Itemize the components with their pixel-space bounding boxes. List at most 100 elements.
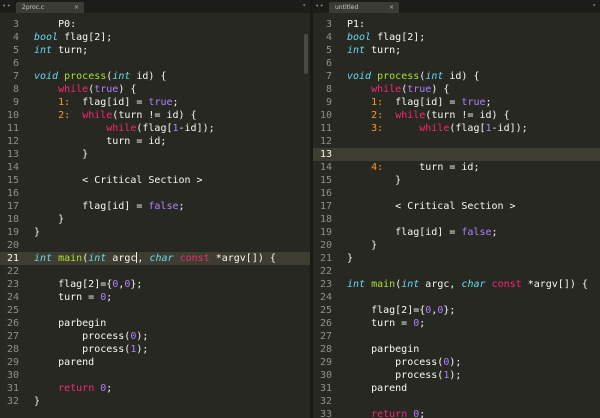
tab-2proc-c[interactable]: 2proc.c × <box>16 2 84 13</box>
code-line[interactable]: 17 flag[id] = false; <box>0 200 310 213</box>
code-line[interactable]: 6 <box>313 57 600 70</box>
code-line[interactable]: 4 bool flag[2]; <box>0 31 310 44</box>
code-line[interactable]: 25 <box>0 304 310 317</box>
code-line[interactable]: 9 1: flag[id] = true; <box>0 96 310 109</box>
code-text: process(1); <box>347 369 461 382</box>
token: int <box>34 253 53 264</box>
code-line[interactable]: 8 while(true) { <box>313 83 600 96</box>
code-line[interactable]: 6 <box>0 57 310 70</box>
editor-pane-right[interactable]: ◂ ▸ untitled × ▾ 3 P1: 4 bool flag[2]; 5 int … <box>313 0 600 418</box>
code-line[interactable]: 16 <box>0 187 310 200</box>
code-line[interactable]: 30 process(1); <box>313 369 600 382</box>
line-number: 17 <box>6 201 19 212</box>
tab-untitled[interactable]: untitled × <box>329 2 399 13</box>
line-number: 32 <box>319 396 332 407</box>
code-line[interactable]: 26 parbegin <box>0 317 310 330</box>
token: }; <box>443 305 456 316</box>
code-line[interactable]: 27 <box>313 330 600 343</box>
code-line[interactable]: 20 } <box>313 239 600 252</box>
code-line[interactable]: 29 parend <box>0 356 310 369</box>
token: < Critical Section > <box>347 201 516 212</box>
code-line[interactable]: 4 bool flag[2]; <box>313 31 600 44</box>
code-line[interactable]: 11 3: while(flag[1-id]); <box>313 122 600 135</box>
code-text: turn = 0; <box>34 291 112 304</box>
code-line[interactable]: 21} <box>313 252 600 265</box>
code-line[interactable]: 9 1: flag[id] = true; <box>313 96 600 109</box>
code-line[interactable]: 10 2: while(turn != id) { <box>313 109 600 122</box>
code-line[interactable]: 22 <box>313 265 600 278</box>
code-line[interactable]: 31 parend <box>313 382 600 395</box>
code-line[interactable]: 10 2: while(turn != id) { <box>0 109 310 122</box>
scrollbar-thumb[interactable] <box>304 34 308 74</box>
code-line[interactable]: 14 <box>0 161 310 174</box>
code-line[interactable]: 28 parbegin <box>313 343 600 356</box>
chevron-down-icon[interactable]: ▾ <box>592 2 596 10</box>
code-line[interactable]: 32} <box>0 395 310 408</box>
line-number: 22 <box>6 266 19 277</box>
code-line[interactable]: 12 turn = id; <box>0 135 310 148</box>
code-text: flag[id] = false; <box>347 226 497 239</box>
code-line[interactable]: 19} <box>0 226 310 239</box>
tab-nav-arrows-icon[interactable]: ◂ ▸ <box>2 2 11 10</box>
code-line[interactable]: 26 turn = 0; <box>313 317 600 330</box>
code-line[interactable]: 19 flag[id] = false; <box>313 226 600 239</box>
code-line[interactable]: 33 return 0; <box>313 408 600 418</box>
code-area[interactable]: 3 P1: 4 bool flag[2]; 5 int turn; 6 7 void proce… <box>313 13 600 418</box>
code-line[interactable]: 18 <box>313 213 600 226</box>
code-line[interactable]: 15 } <box>313 174 600 187</box>
code-line[interactable]: 24 <box>313 291 600 304</box>
line-number: 19 <box>319 227 332 238</box>
code-line[interactable]: 16 <box>313 187 600 200</box>
code-line[interactable]: 28 process(1); <box>0 343 310 356</box>
token: char <box>461 279 486 290</box>
code-line[interactable]: 13 } <box>0 148 310 161</box>
scrollbar[interactable] <box>303 14 309 416</box>
code-line[interactable]: 8 while(true) { <box>0 83 310 96</box>
code-line[interactable]: 31 return 0; <box>0 382 310 395</box>
code-line[interactable]: 23 flag[2]={0,0}; <box>0 278 310 291</box>
code-line[interactable]: 7 void process(int id) { <box>0 70 310 83</box>
line-number: 4 <box>325 32 332 43</box>
chevron-down-icon[interactable]: ▾ <box>302 2 306 10</box>
code-line[interactable]: 13 <box>313 148 600 161</box>
line-number: 8 <box>12 84 19 95</box>
code-line[interactable]: 5 int turn; <box>0 44 310 57</box>
token: parbegin <box>347 344 420 355</box>
code-line[interactable]: 29 process(0); <box>313 356 600 369</box>
code-line[interactable]: 18 } <box>0 213 310 226</box>
code-line[interactable]: 15 < Critical Section > <box>0 174 310 187</box>
line-number: 21 <box>6 253 19 264</box>
tab-title: untitled <box>335 4 359 11</box>
code-line[interactable]: 11 while(flag[1-id]); <box>0 122 310 135</box>
code-line[interactable]: 3 P0: <box>0 18 310 31</box>
code-line[interactable]: 25 flag[2]={0,0}; <box>313 304 600 317</box>
code-text: flag[2]={0,0}; <box>34 278 142 291</box>
code-line[interactable]: 12 <box>313 135 600 148</box>
close-icon[interactable]: × <box>74 2 79 13</box>
line-number: 10 <box>319 110 332 121</box>
code-line[interactable]: 17 < Critical Section > <box>313 200 600 213</box>
tab-bar: ◂ ▸ 2proc.c × ▾ <box>0 0 310 13</box>
code-line[interactable]: 23 int main(int argc, char const *argv[])… <box>313 278 600 291</box>
token: } <box>34 396 41 407</box>
line-number: 9 <box>325 97 332 108</box>
tab-nav-arrows-icon[interactable]: ◂ ▸ <box>315 2 324 10</box>
code-line[interactable]: 22 <box>0 265 310 278</box>
editor-pane-left[interactable]: ◂ ▸ 2proc.c × ▾ 3 P0: 4 bool flag[2]; 5 int … <box>0 0 310 418</box>
code-line[interactable]: 14 4: turn = id; <box>313 161 600 174</box>
close-icon[interactable]: × <box>389 2 394 13</box>
code-area[interactable]: 3 P0: 4 bool flag[2]; 5 int turn; 6 7 void proc… <box>0 13 310 418</box>
code-line[interactable]: 3 P1: <box>313 18 600 31</box>
code-line[interactable]: 7 void process(int id) { <box>313 70 600 83</box>
code-line[interactable]: 21 int main(int argc, char const *argv[])… <box>0 252 310 265</box>
code-line[interactable]: 27 process(0); <box>0 330 310 343</box>
code-line[interactable]: 24 turn = 0; <box>0 291 310 304</box>
token: int <box>401 279 420 290</box>
code-line[interactable]: 5 int turn; <box>313 44 600 57</box>
code-line[interactable]: 30 <box>0 369 310 382</box>
code-line[interactable]: 32 <box>313 395 600 408</box>
code-line[interactable]: 20 <box>0 239 310 252</box>
